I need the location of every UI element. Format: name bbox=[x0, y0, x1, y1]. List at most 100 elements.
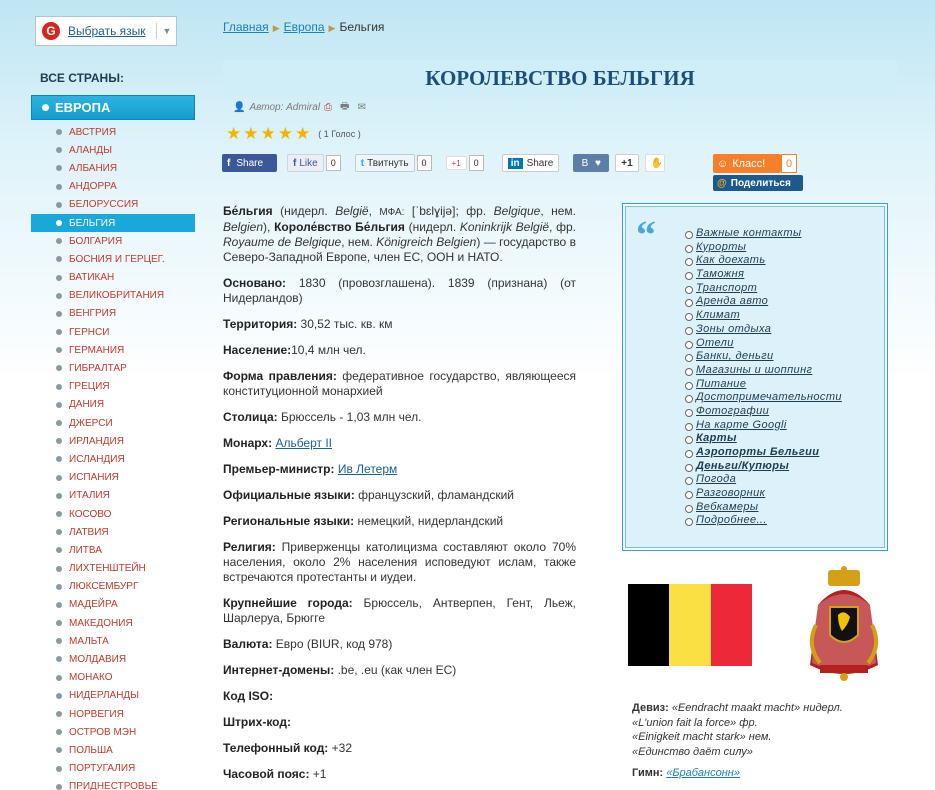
sidebar-item-country[interactable]: ВЕЛИКОБРИТАНИЯ bbox=[31, 287, 195, 305]
tweet-count: 0 bbox=[416, 155, 432, 171]
sidebar-item-country[interactable]: НИДЕРЛАНДЫ bbox=[31, 687, 195, 705]
sidebar-item-country[interactable]: ДЖЕРСИ bbox=[31, 414, 195, 432]
facebook-like-button[interactable]: f Like bbox=[287, 154, 324, 172]
sidebar-item-country[interactable]: БЕЛОРУССИЯ bbox=[31, 196, 195, 214]
sidebar-item-country[interactable]: ВАТИКАН bbox=[31, 269, 195, 287]
section-link[interactable]: Магазины и шоппинг bbox=[696, 364, 812, 376]
language-selector[interactable]: G Выбрать язык ▼ bbox=[35, 16, 177, 46]
section-link[interactable]: Таможня bbox=[696, 268, 744, 280]
section-link[interactable]: Вебкамеры bbox=[696, 501, 758, 513]
section-link[interactable]: Разговорник bbox=[696, 487, 765, 499]
sidebar-item-country[interactable]: ЛЮКСЕМБУРГ bbox=[31, 578, 195, 596]
sidebar-item-country[interactable]: БОСНИЯ И ГЕРЦЕГ. bbox=[31, 250, 195, 268]
section-link[interactable]: Деньги/Купюры bbox=[696, 460, 789, 472]
plusone-button[interactable]: +1 bbox=[615, 154, 639, 172]
iso-row: Код ISO: bbox=[223, 689, 274, 703]
gplus-button[interactable]: +1 bbox=[445, 156, 467, 170]
hymn-link[interactable]: «Брабансонн» bbox=[666, 767, 740, 779]
sidebar-item-country[interactable]: МАКЕДОНИЯ bbox=[31, 614, 195, 632]
sidebar-item-country[interactable]: МОНАКО bbox=[31, 669, 195, 687]
motto-line: «L'union fait la force» фр. bbox=[632, 716, 758, 729]
section-link[interactable]: Погода bbox=[696, 473, 736, 485]
cities-row: Крупнейшие города: Брюссель, Антверпен, … bbox=[223, 596, 576, 625]
tweet-button[interactable]: t Твитнуть bbox=[354, 154, 415, 172]
section-link[interactable]: Банки, деньги bbox=[696, 350, 774, 362]
rating[interactable]: ★ ★ ★ ★ ★ ( 1 Голос ) bbox=[226, 124, 361, 144]
title-bar: КОРОЛЕВСТВО БЕЛЬГИЯ bbox=[223, 60, 897, 96]
section-link[interactable]: Как доехать bbox=[696, 254, 766, 266]
page-title: КОРОЛЕВСТВО БЕЛЬГИЯ bbox=[425, 65, 695, 90]
divider bbox=[155, 23, 157, 39]
breadcrumb-region[interactable]: Европа bbox=[284, 20, 325, 34]
sidebar-item-country[interactable]: ПОРТУГАЛИЯ bbox=[31, 760, 195, 778]
sidebar-item-country[interactable]: АНДОРРА bbox=[31, 178, 195, 196]
section-link[interactable]: Зоны отдыха bbox=[696, 323, 771, 335]
sidebar-item-country[interactable]: ИТАЛИЯ bbox=[31, 487, 195, 505]
pm-link[interactable]: Ив Летерм bbox=[338, 462, 397, 476]
section-link[interactable]: Фотографии bbox=[696, 405, 769, 417]
section-link[interactable]: Подробнее... bbox=[696, 514, 767, 526]
sidebar-item-country[interactable]: МОЛДАВИЯ bbox=[31, 650, 195, 668]
section-link[interactable]: Транспорт bbox=[696, 282, 757, 294]
ok-count: 0 bbox=[781, 154, 797, 173]
star-icon[interactable]: ★ bbox=[278, 124, 293, 144]
sidebar-item-country[interactable]: БЕЛЬГИЯ bbox=[31, 213, 195, 233]
ok-class-button[interactable]: ☺ Класс! bbox=[713, 154, 781, 173]
regional-lang-row: Региональные языки: немецкий, нидерландс… bbox=[223, 514, 504, 528]
sidebar-item-country[interactable]: АЛБАНИЯ bbox=[31, 159, 195, 177]
government-row: Форма правления: федеративное государств… bbox=[223, 369, 576, 398]
star-icon[interactable]: ★ bbox=[243, 124, 258, 144]
sidebar-item-country[interactable]: МАЛЬТА bbox=[31, 632, 195, 650]
linkedin-share-button[interactable]: in Share bbox=[501, 154, 560, 172]
print-icon[interactable]: 🖶 bbox=[340, 99, 349, 116]
sidebar-item-country[interactable]: ОСТРОВ МЭН bbox=[31, 723, 195, 741]
sidebar-item-country[interactable]: ПОЛЬША bbox=[31, 741, 195, 759]
email-icon[interactable]: ✉ bbox=[358, 102, 366, 113]
section-link[interactable]: Достопримечательности bbox=[696, 391, 842, 403]
section-link[interactable]: Питание bbox=[696, 378, 746, 390]
sidebar-item-country[interactable]: ГЕРНСИ bbox=[31, 323, 195, 341]
sidebar-item-country[interactable]: ВЕНГРИЯ bbox=[31, 305, 195, 323]
star-icon[interactable]: ★ bbox=[295, 124, 310, 144]
chevron-down-icon[interactable]: ▼ bbox=[163, 26, 172, 36]
sidebar-item-country[interactable]: ДАНИЯ bbox=[31, 396, 195, 414]
sidebar-item-country[interactable]: ПРИДНЕСТРОВЬЕ bbox=[31, 778, 195, 790]
sidebar-item-country[interactable]: ИСЛАНДИЯ bbox=[31, 450, 195, 468]
sidebar-item-country[interactable]: ИРЛАНДИЯ bbox=[31, 432, 195, 450]
language-selector-label[interactable]: Выбрать язык bbox=[68, 24, 146, 38]
section-link[interactable]: На карте Googli bbox=[696, 419, 787, 431]
section-link[interactable]: Аэропорты Бельгии bbox=[696, 446, 819, 458]
region-europe[interactable]: ЕВРОПА bbox=[31, 95, 195, 120]
sidebar-item-country[interactable]: МАДЕЙРА bbox=[31, 596, 195, 614]
sidebar-item-country[interactable]: ЛИХТЕНШТЕЙН bbox=[31, 560, 195, 578]
mail-share-button[interactable]: @ Поделиться bbox=[713, 175, 803, 191]
sidebar-item-country[interactable]: ЛАТВИЯ bbox=[31, 523, 195, 541]
sidebar-item-country[interactable]: ИСПАНИЯ bbox=[31, 469, 195, 487]
list-item: Банки, деньги bbox=[685, 350, 842, 364]
links-list: Важные контакты Курорты Как доехать Таможня… bbox=[685, 227, 842, 528]
breadcrumb-home[interactable]: Главная bbox=[223, 20, 269, 34]
star-icon[interactable]: ★ bbox=[261, 124, 276, 144]
section-link[interactable]: Курорты bbox=[696, 241, 746, 253]
sidebar-item-country[interactable]: ГРЕЦИЯ bbox=[31, 378, 195, 396]
monarch-link[interactable]: Альберт II bbox=[275, 436, 332, 450]
bookmark-icon[interactable]: ✋ bbox=[644, 154, 665, 172]
section-link[interactable]: Отели bbox=[696, 337, 734, 349]
sidebar-item-country[interactable]: ГИБРАЛТАР bbox=[31, 359, 195, 377]
sidebar-item-country[interactable]: КОСОВО bbox=[31, 505, 195, 523]
list-item: Магазины и шоппинг bbox=[685, 364, 842, 378]
facebook-share-button[interactable]: f Share bbox=[222, 154, 277, 172]
sidebar-item-country[interactable]: БОЛГАРИЯ bbox=[31, 232, 195, 250]
section-link[interactable]: Климат bbox=[696, 309, 740, 321]
sidebar-item-country[interactable]: ГЕРМАНИЯ bbox=[31, 341, 195, 359]
section-link[interactable]: Аренда авто bbox=[696, 295, 768, 307]
sidebar-item-country[interactable]: АЛАНДЫ bbox=[31, 141, 195, 159]
pdf-icon[interactable]: ⎙ bbox=[324, 102, 332, 113]
vk-button[interactable]: B ♥ bbox=[573, 154, 610, 172]
sidebar-item-country[interactable]: ЛИТВА bbox=[31, 541, 195, 559]
star-icon[interactable]: ★ bbox=[226, 124, 241, 144]
sidebar-item-country[interactable]: НОРВЕГИЯ bbox=[31, 705, 195, 723]
section-link[interactable]: Важные контакты bbox=[696, 227, 801, 239]
section-link[interactable]: Карты bbox=[696, 432, 737, 444]
sidebar-item-country[interactable]: АВСТРИЯ bbox=[31, 123, 195, 141]
